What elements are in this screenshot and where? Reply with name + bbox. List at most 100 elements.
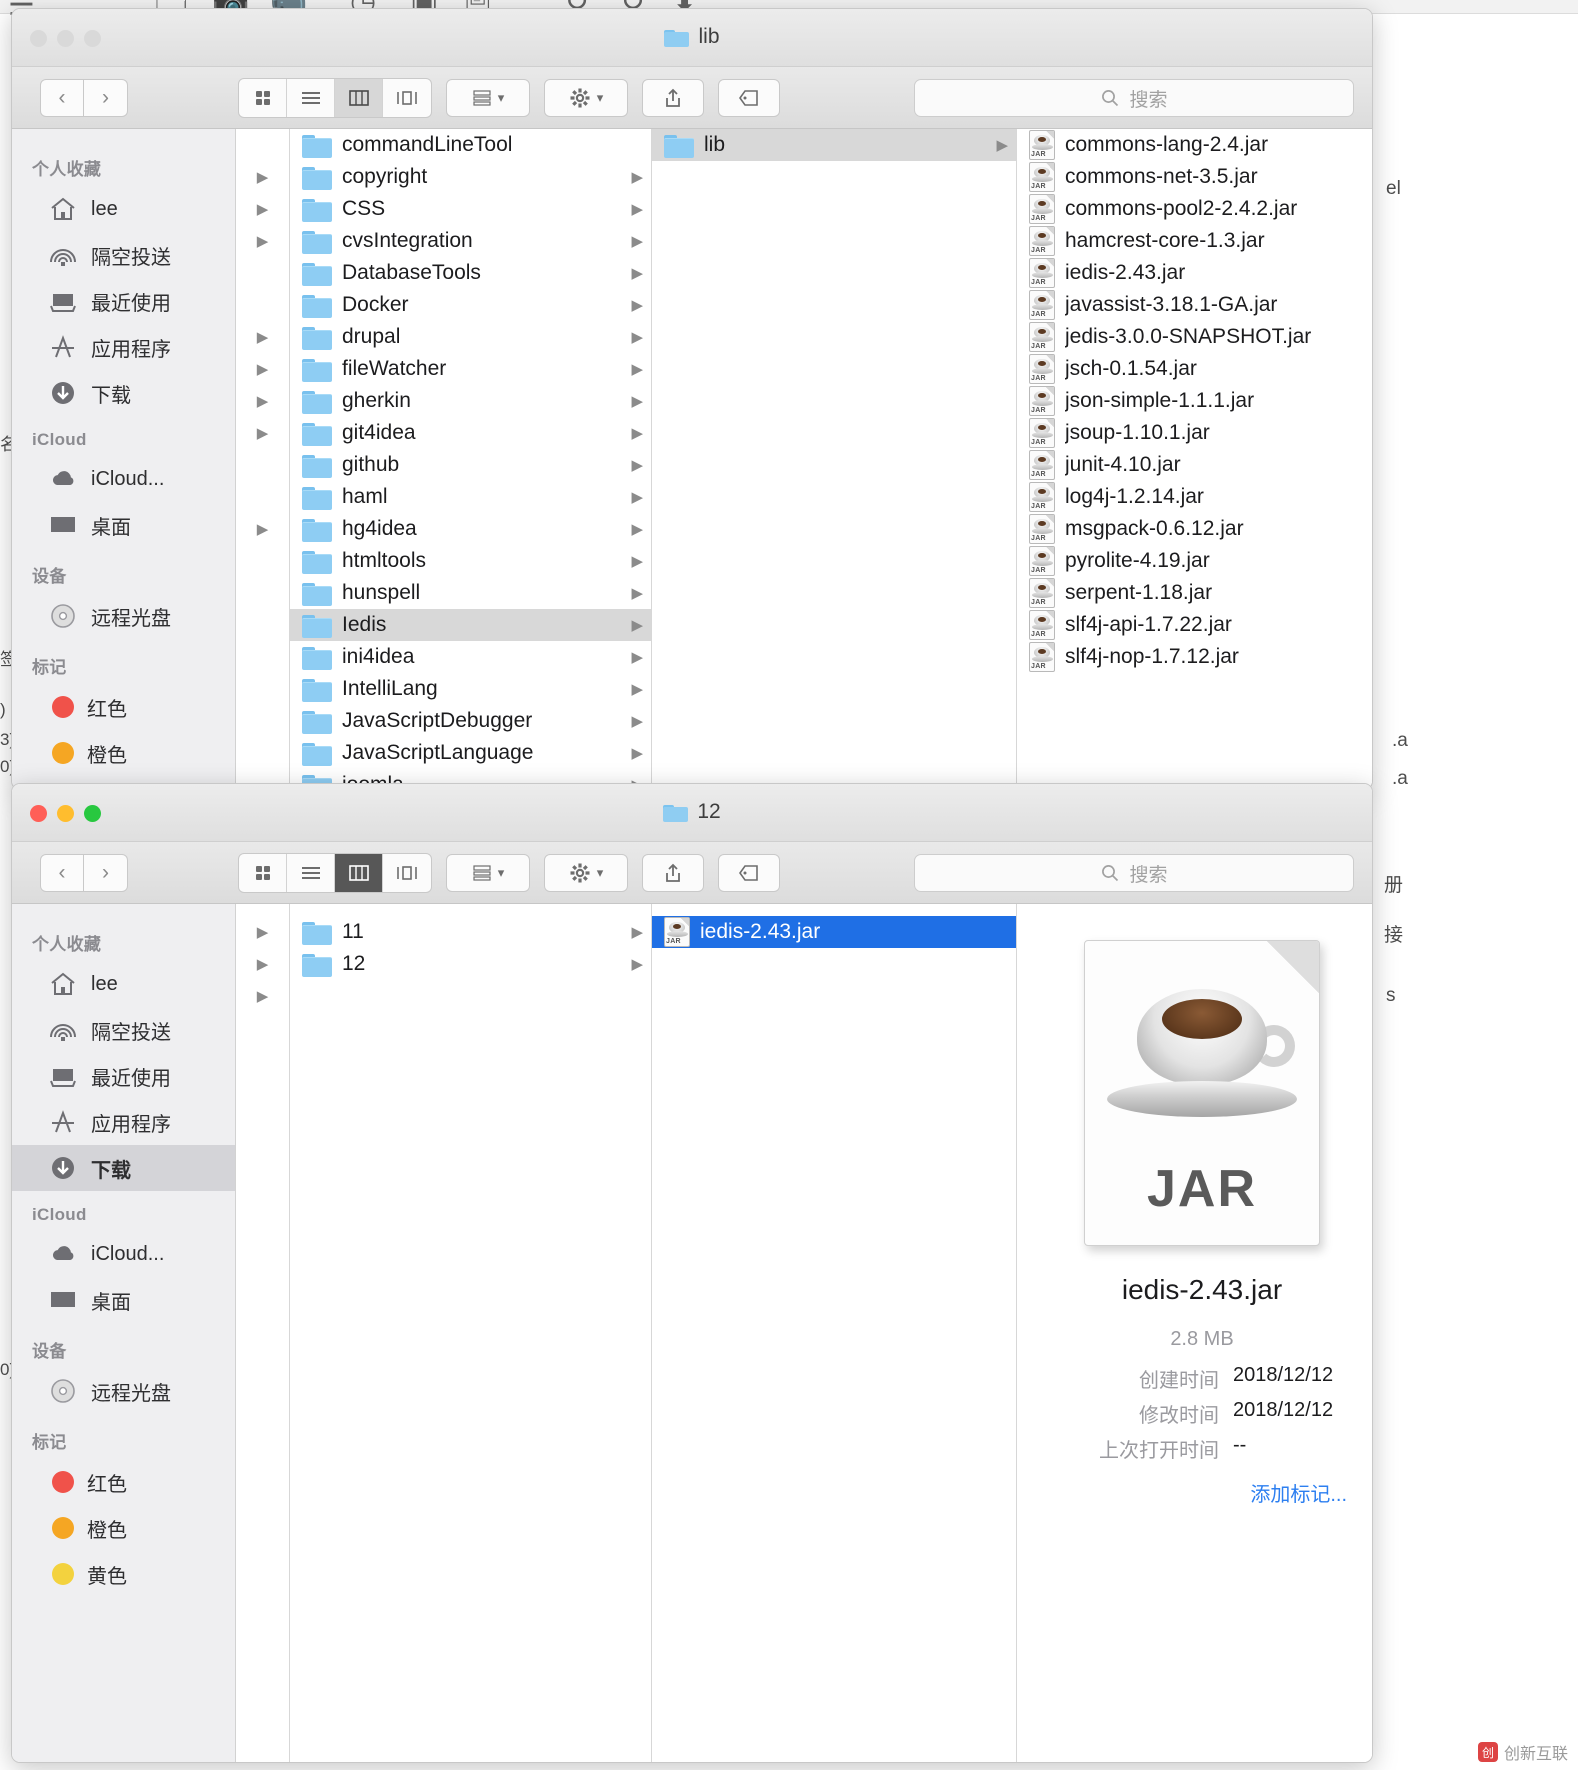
disclosure-triangle[interactable] <box>236 673 289 705</box>
arrange-button-12[interactable]: ▾ <box>446 853 530 892</box>
disclosure-triangle[interactable]: ▶ <box>236 916 289 948</box>
folder-row[interactable]: fileWatcher ▶ <box>290 353 651 385</box>
back-button[interactable]: ‹ <box>40 853 84 892</box>
add-tags-button[interactable]: 添加标记... <box>1043 1478 1361 1507</box>
folder-row[interactable]: DatabaseTools ▶ <box>290 257 651 289</box>
toolbar-12[interactable]: ‹ › ▾ ▾ 搜索 <box>12 842 1372 904</box>
nav-buttons-12[interactable]: ‹ › <box>40 853 128 892</box>
gallery-view-icon[interactable] <box>383 854 431 892</box>
column-view-icon[interactable] <box>335 853 383 892</box>
folder-row[interactable]: JavaScriptDebugger ▶ <box>290 705 651 737</box>
sidebar-lib[interactable]: 个人收藏 lee 隔空投送 最近使用 应用程序 下载 iCloud iCloud... 桌面 设备… <box>12 129 236 789</box>
column-files[interactable]: JAR iedis-2.43.jar <box>652 904 1017 1762</box>
file-row[interactable]: JAR iedis-2.43.jar <box>652 916 1016 948</box>
file-row[interactable]: JAR log4j-1.2.14.jar <box>1017 481 1372 513</box>
sidebar-item-黄色[interactable]: 黄色 <box>12 1551 235 1597</box>
column-lib[interactable]: lib ▶ <box>652 129 1017 789</box>
nav-buttons-lib[interactable]: ‹ › <box>40 78 128 117</box>
sidebar-item-远程光盘[interactable]: 远程光盘 <box>12 593 235 639</box>
folder-row[interactable]: htmltools ▶ <box>290 545 651 577</box>
file-row[interactable]: JAR commons-net-3.5.jar <box>1017 161 1372 193</box>
forward-button[interactable]: › <box>84 853 128 892</box>
back-button[interactable]: ‹ <box>40 78 84 117</box>
file-row[interactable]: JAR javassist-3.18.1-GA.jar <box>1017 289 1372 321</box>
column-numbered-folders[interactable]: 11 ▶ 12 ▶ <box>290 904 652 1762</box>
folder-row[interactable]: Docker ▶ <box>290 289 651 321</box>
sidebar-item-lee[interactable]: lee <box>12 186 235 232</box>
sidebar-item-下载[interactable]: 下载 <box>12 1145 235 1191</box>
folder-row[interactable]: 11 ▶ <box>290 916 651 948</box>
folder-row[interactable]: github ▶ <box>290 449 651 481</box>
disclosure-triangle[interactable]: ▶ <box>236 225 289 257</box>
file-row[interactable]: JAR iedis-2.43.jar <box>1017 257 1372 289</box>
tag-button-12[interactable] <box>718 853 780 892</box>
titlebar-12[interactable]: 12 <box>12 784 1372 842</box>
share-button-12[interactable] <box>642 853 704 892</box>
file-row[interactable]: JAR jedis-3.0.0-SNAPSHOT.jar <box>1017 321 1372 353</box>
file-row[interactable]: JAR junit-4.10.jar <box>1017 449 1372 481</box>
sidebar-12[interactable]: 个人收藏 lee 隔空投送 最近使用 应用程序 下载 iCloud iCloud... 桌面 设备… <box>12 904 236 1762</box>
action-button-lib[interactable]: ▾ <box>544 78 628 117</box>
file-row[interactable]: JAR pyrolite-4.19.jar <box>1017 545 1372 577</box>
disclosure-triangle[interactable] <box>236 705 289 737</box>
file-row[interactable]: JAR jsch-0.1.54.jar <box>1017 353 1372 385</box>
list-view-icon[interactable] <box>287 853 335 892</box>
list-view-icon[interactable] <box>287 78 335 117</box>
folder-row[interactable]: gherkin ▶ <box>290 385 651 417</box>
disclosure-triangle[interactable]: ▶ <box>236 353 289 385</box>
sidebar-item-应用程序[interactable]: 应用程序 <box>12 1099 235 1145</box>
tag-button-lib[interactable] <box>718 78 780 117</box>
disclosure-triangle[interactable] <box>236 641 289 673</box>
sidebar-item-iCloud...[interactable]: iCloud... <box>12 456 235 502</box>
disclosure-triangle[interactable] <box>236 737 289 769</box>
folder-row[interactable]: hg4idea ▶ <box>290 513 651 545</box>
folder-row[interactable]: lib ▶ <box>652 129 1016 161</box>
column-plugins[interactable]: commandLineTool copyright ▶ CSS ▶ cvsIntegrat… <box>290 129 652 789</box>
finder-window-lib[interactable]: lib ‹ › ▾ ▾ 搜索 个人收藏 lee 隔空投送 最近使用 应用程序 下… <box>11 8 1373 790</box>
grid-view-icon[interactable] <box>239 78 287 117</box>
disclosure-triangle[interactable] <box>236 289 289 321</box>
disclosure-triangle[interactable]: ▶ <box>236 513 289 545</box>
disclosure-triangle[interactable] <box>236 257 289 289</box>
gallery-view-icon[interactable] <box>383 79 431 117</box>
sidebar-item-最近使用[interactable]: 最近使用 <box>12 1053 235 1099</box>
folder-row[interactable]: IntelliLang ▶ <box>290 673 651 705</box>
share-button-lib[interactable] <box>642 78 704 117</box>
folder-row[interactable]: Iedis ▶ <box>290 609 651 641</box>
view-mode-segment-lib[interactable] <box>238 77 432 118</box>
folder-row[interactable]: ini4idea ▶ <box>290 641 651 673</box>
file-row[interactable]: JAR commons-lang-2.4.jar <box>1017 129 1372 161</box>
action-button-12[interactable]: ▾ <box>544 853 628 892</box>
disclosure-triangle[interactable] <box>236 481 289 513</box>
sidebar-item-红色[interactable]: 红色 <box>12 684 235 730</box>
file-row[interactable]: JAR jsoup-1.10.1.jar <box>1017 417 1372 449</box>
sidebar-item-橙色[interactable]: 橙色 <box>12 730 235 776</box>
sidebar-item-远程光盘[interactable]: 远程光盘 <box>12 1368 235 1414</box>
file-row[interactable]: JAR serpent-1.18.jar <box>1017 577 1372 609</box>
sidebar-item-红色[interactable]: 红色 <box>12 1459 235 1505</box>
titlebar-lib[interactable]: lib <box>12 9 1372 67</box>
folder-row[interactable]: cvsIntegration ▶ <box>290 225 651 257</box>
file-row[interactable]: JAR slf4j-api-1.7.22.jar <box>1017 609 1372 641</box>
search-input-12[interactable]: 搜索 <box>914 854 1354 892</box>
folder-row[interactable]: drupal ▶ <box>290 321 651 353</box>
disclosure-triangle[interactable]: ▶ <box>236 193 289 225</box>
folder-row[interactable]: haml ▶ <box>290 481 651 513</box>
folder-row[interactable]: 12 ▶ <box>290 948 651 980</box>
sidebar-item-iCloud...[interactable]: iCloud... <box>12 1231 235 1277</box>
folder-row[interactable]: CSS ▶ <box>290 193 651 225</box>
sidebar-item-橙色[interactable]: 橙色 <box>12 1505 235 1551</box>
file-row[interactable]: JAR slf4j-nop-1.7.12.jar <box>1017 641 1372 673</box>
disclosure-triangle[interactable] <box>236 609 289 641</box>
disclosure-triangle[interactable]: ▶ <box>236 417 289 449</box>
sidebar-item-桌面[interactable]: 桌面 <box>12 1277 235 1323</box>
file-row[interactable]: JAR hamcrest-core-1.3.jar <box>1017 225 1372 257</box>
sidebar-item-最近使用[interactable]: 最近使用 <box>12 278 235 324</box>
view-mode-segment-12[interactable] <box>238 852 432 893</box>
sidebar-item-应用程序[interactable]: 应用程序 <box>12 324 235 370</box>
disclosure-triangle[interactable]: ▶ <box>236 385 289 417</box>
file-row[interactable]: JAR commons-pool2-2.4.2.jar <box>1017 193 1372 225</box>
search-input-lib[interactable]: 搜索 <box>914 79 1354 117</box>
folder-row[interactable]: JavaScriptLanguage ▶ <box>290 737 651 769</box>
sidebar-item-桌面[interactable]: 桌面 <box>12 502 235 548</box>
